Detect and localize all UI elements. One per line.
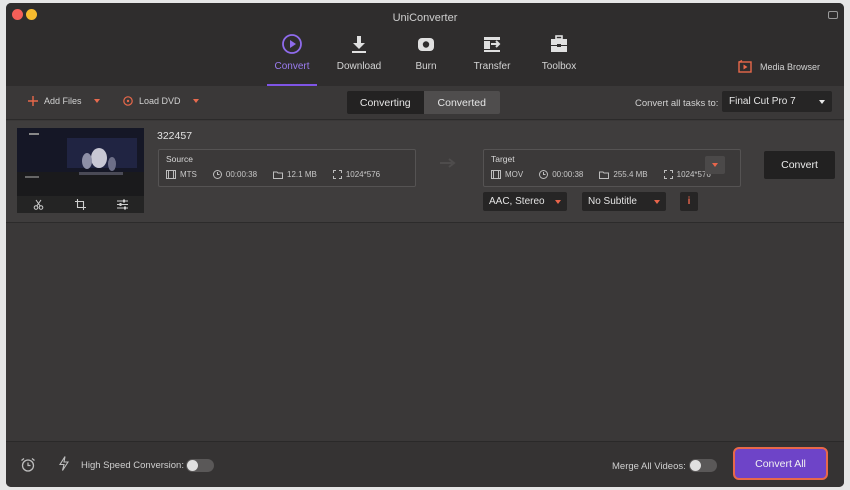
chevron-down-icon bbox=[819, 99, 825, 104]
plus-icon bbox=[28, 96, 38, 106]
target-size: 255.4 MB bbox=[613, 170, 648, 179]
convert-button[interactable]: Convert bbox=[764, 151, 835, 179]
sub-toolbar: Add Files Load DVD Converting Converted … bbox=[6, 86, 844, 120]
source-info-panel: Source MTS 00:00:38 12.1 MB 1024*576 bbox=[158, 149, 416, 187]
file-item: 322457 Source MTS 00:00:38 12.1 MB 1024*… bbox=[6, 121, 844, 223]
tab-burn[interactable]: Burn bbox=[394, 33, 458, 72]
source-format: MTS bbox=[180, 170, 197, 179]
tab-convert[interactable]: Convert bbox=[260, 33, 324, 72]
toolbox-icon bbox=[551, 35, 567, 52]
tab-label: Burn bbox=[415, 61, 437, 72]
toggle-knob bbox=[187, 460, 198, 471]
tab-label: Transfer bbox=[473, 61, 511, 72]
tab-download[interactable]: Download bbox=[327, 33, 391, 72]
file-name: 322457 bbox=[157, 130, 193, 142]
arrow-right-icon bbox=[440, 158, 456, 168]
scissors-icon[interactable] bbox=[33, 199, 44, 210]
media-browser-label: Media Browser bbox=[759, 61, 820, 72]
thumbnail-scene bbox=[17, 128, 144, 196]
tab-label: Toolbox bbox=[541, 61, 577, 72]
target-meta: MOV 00:00:38 255.4 MB 1024*576 bbox=[491, 170, 711, 179]
high-speed-conversion-label: High Speed Conversion: bbox=[81, 460, 184, 471]
load-dvd-button[interactable]: Load DVD bbox=[123, 96, 199, 106]
merge-all-videos-label: Merge All Videos: bbox=[612, 461, 686, 472]
effects-sliders-icon[interactable] bbox=[117, 199, 129, 210]
chevron-down-icon bbox=[654, 199, 660, 204]
source-resolution: 1024*576 bbox=[345, 170, 381, 179]
alarm-clock-icon[interactable] bbox=[20, 457, 36, 472]
target-info-panel: Target MOV 00:00:38 255.4 MB 1024*576 bbox=[483, 149, 741, 187]
convert-all-button[interactable]: Convert All bbox=[733, 447, 828, 480]
clock-icon bbox=[212, 170, 222, 179]
toggle-knob bbox=[690, 460, 701, 471]
media-browser-icon bbox=[738, 60, 752, 73]
crop-icon[interactable] bbox=[74, 199, 86, 210]
high-speed-conversion-toggle[interactable] bbox=[186, 459, 214, 472]
tab-transfer[interactable]: Transfer bbox=[460, 33, 524, 72]
film-icon bbox=[491, 170, 501, 179]
chat-icon[interactable] bbox=[828, 11, 838, 19]
converting-converted-switch: Converting Converted bbox=[347, 91, 500, 114]
subtitle-select[interactable]: No Subtitle bbox=[582, 192, 666, 211]
source-meta: MTS 00:00:38 12.1 MB 1024*576 bbox=[166, 170, 380, 179]
chevron-down-icon bbox=[555, 199, 561, 204]
folder-icon bbox=[273, 171, 284, 179]
add-files-dropdown-icon[interactable] bbox=[93, 99, 100, 103]
output-format-select[interactable]: Final Cut Pro 7 bbox=[722, 91, 832, 112]
target-format: MOV bbox=[505, 170, 524, 179]
source-size: 12.1 MB bbox=[287, 170, 317, 179]
tab-toolbox[interactable]: Toolbox bbox=[527, 33, 591, 72]
audio-value: AAC, Stereo bbox=[489, 196, 545, 207]
folder-icon bbox=[599, 171, 610, 179]
lightning-icon bbox=[59, 456, 69, 471]
convert-all-tasks-label: Convert all tasks to: bbox=[635, 98, 719, 109]
thumbnail-tools bbox=[17, 196, 144, 213]
bottom-bar: High Speed Conversion: Merge All Videos:… bbox=[6, 441, 844, 487]
target-format-dropdown[interactable] bbox=[705, 156, 725, 174]
title-bar: UniConverter Convert Download Burn Trans… bbox=[6, 3, 844, 86]
audio-select[interactable]: AAC, Stereo bbox=[483, 192, 567, 211]
video-thumbnail[interactable] bbox=[17, 128, 144, 213]
clock-icon bbox=[539, 170, 549, 179]
app-title: UniConverter bbox=[392, 12, 458, 24]
target-title: Target bbox=[491, 154, 515, 164]
resolution-icon bbox=[332, 170, 342, 179]
segment-converting[interactable]: Converting bbox=[347, 91, 424, 114]
source-title: Source bbox=[166, 154, 193, 164]
info-button[interactable]: i bbox=[680, 192, 698, 211]
tab-label: Download bbox=[336, 61, 382, 72]
load-dvd-label: Load DVD bbox=[139, 96, 181, 106]
tab-label: Convert bbox=[274, 61, 310, 72]
transfer-icon bbox=[484, 37, 501, 52]
chevron-down-icon bbox=[712, 163, 718, 167]
app-window: UniConverter Convert Download Burn Trans… bbox=[6, 3, 844, 487]
source-duration: 00:00:38 bbox=[225, 170, 258, 179]
media-browser-button[interactable]: Media Browser bbox=[738, 60, 820, 73]
download-icon bbox=[352, 36, 366, 53]
load-dvd-dropdown-icon[interactable] bbox=[192, 99, 199, 103]
burn-icon bbox=[418, 38, 434, 51]
convert-icon bbox=[282, 34, 302, 54]
subtitle-value: No Subtitle bbox=[588, 196, 637, 207]
add-files-label: Add Files bbox=[44, 96, 82, 106]
dvd-icon bbox=[123, 96, 133, 106]
segment-converted[interactable]: Converted bbox=[423, 91, 500, 114]
output-format-value: Final Cut Pro 7 bbox=[729, 96, 796, 107]
resolution-icon bbox=[663, 170, 673, 179]
add-files-button[interactable]: Add Files bbox=[28, 96, 100, 106]
merge-all-videos-toggle[interactable] bbox=[689, 459, 717, 472]
thumbnail-image bbox=[17, 128, 144, 196]
target-duration: 00:00:38 bbox=[552, 170, 584, 179]
film-icon bbox=[166, 170, 176, 179]
